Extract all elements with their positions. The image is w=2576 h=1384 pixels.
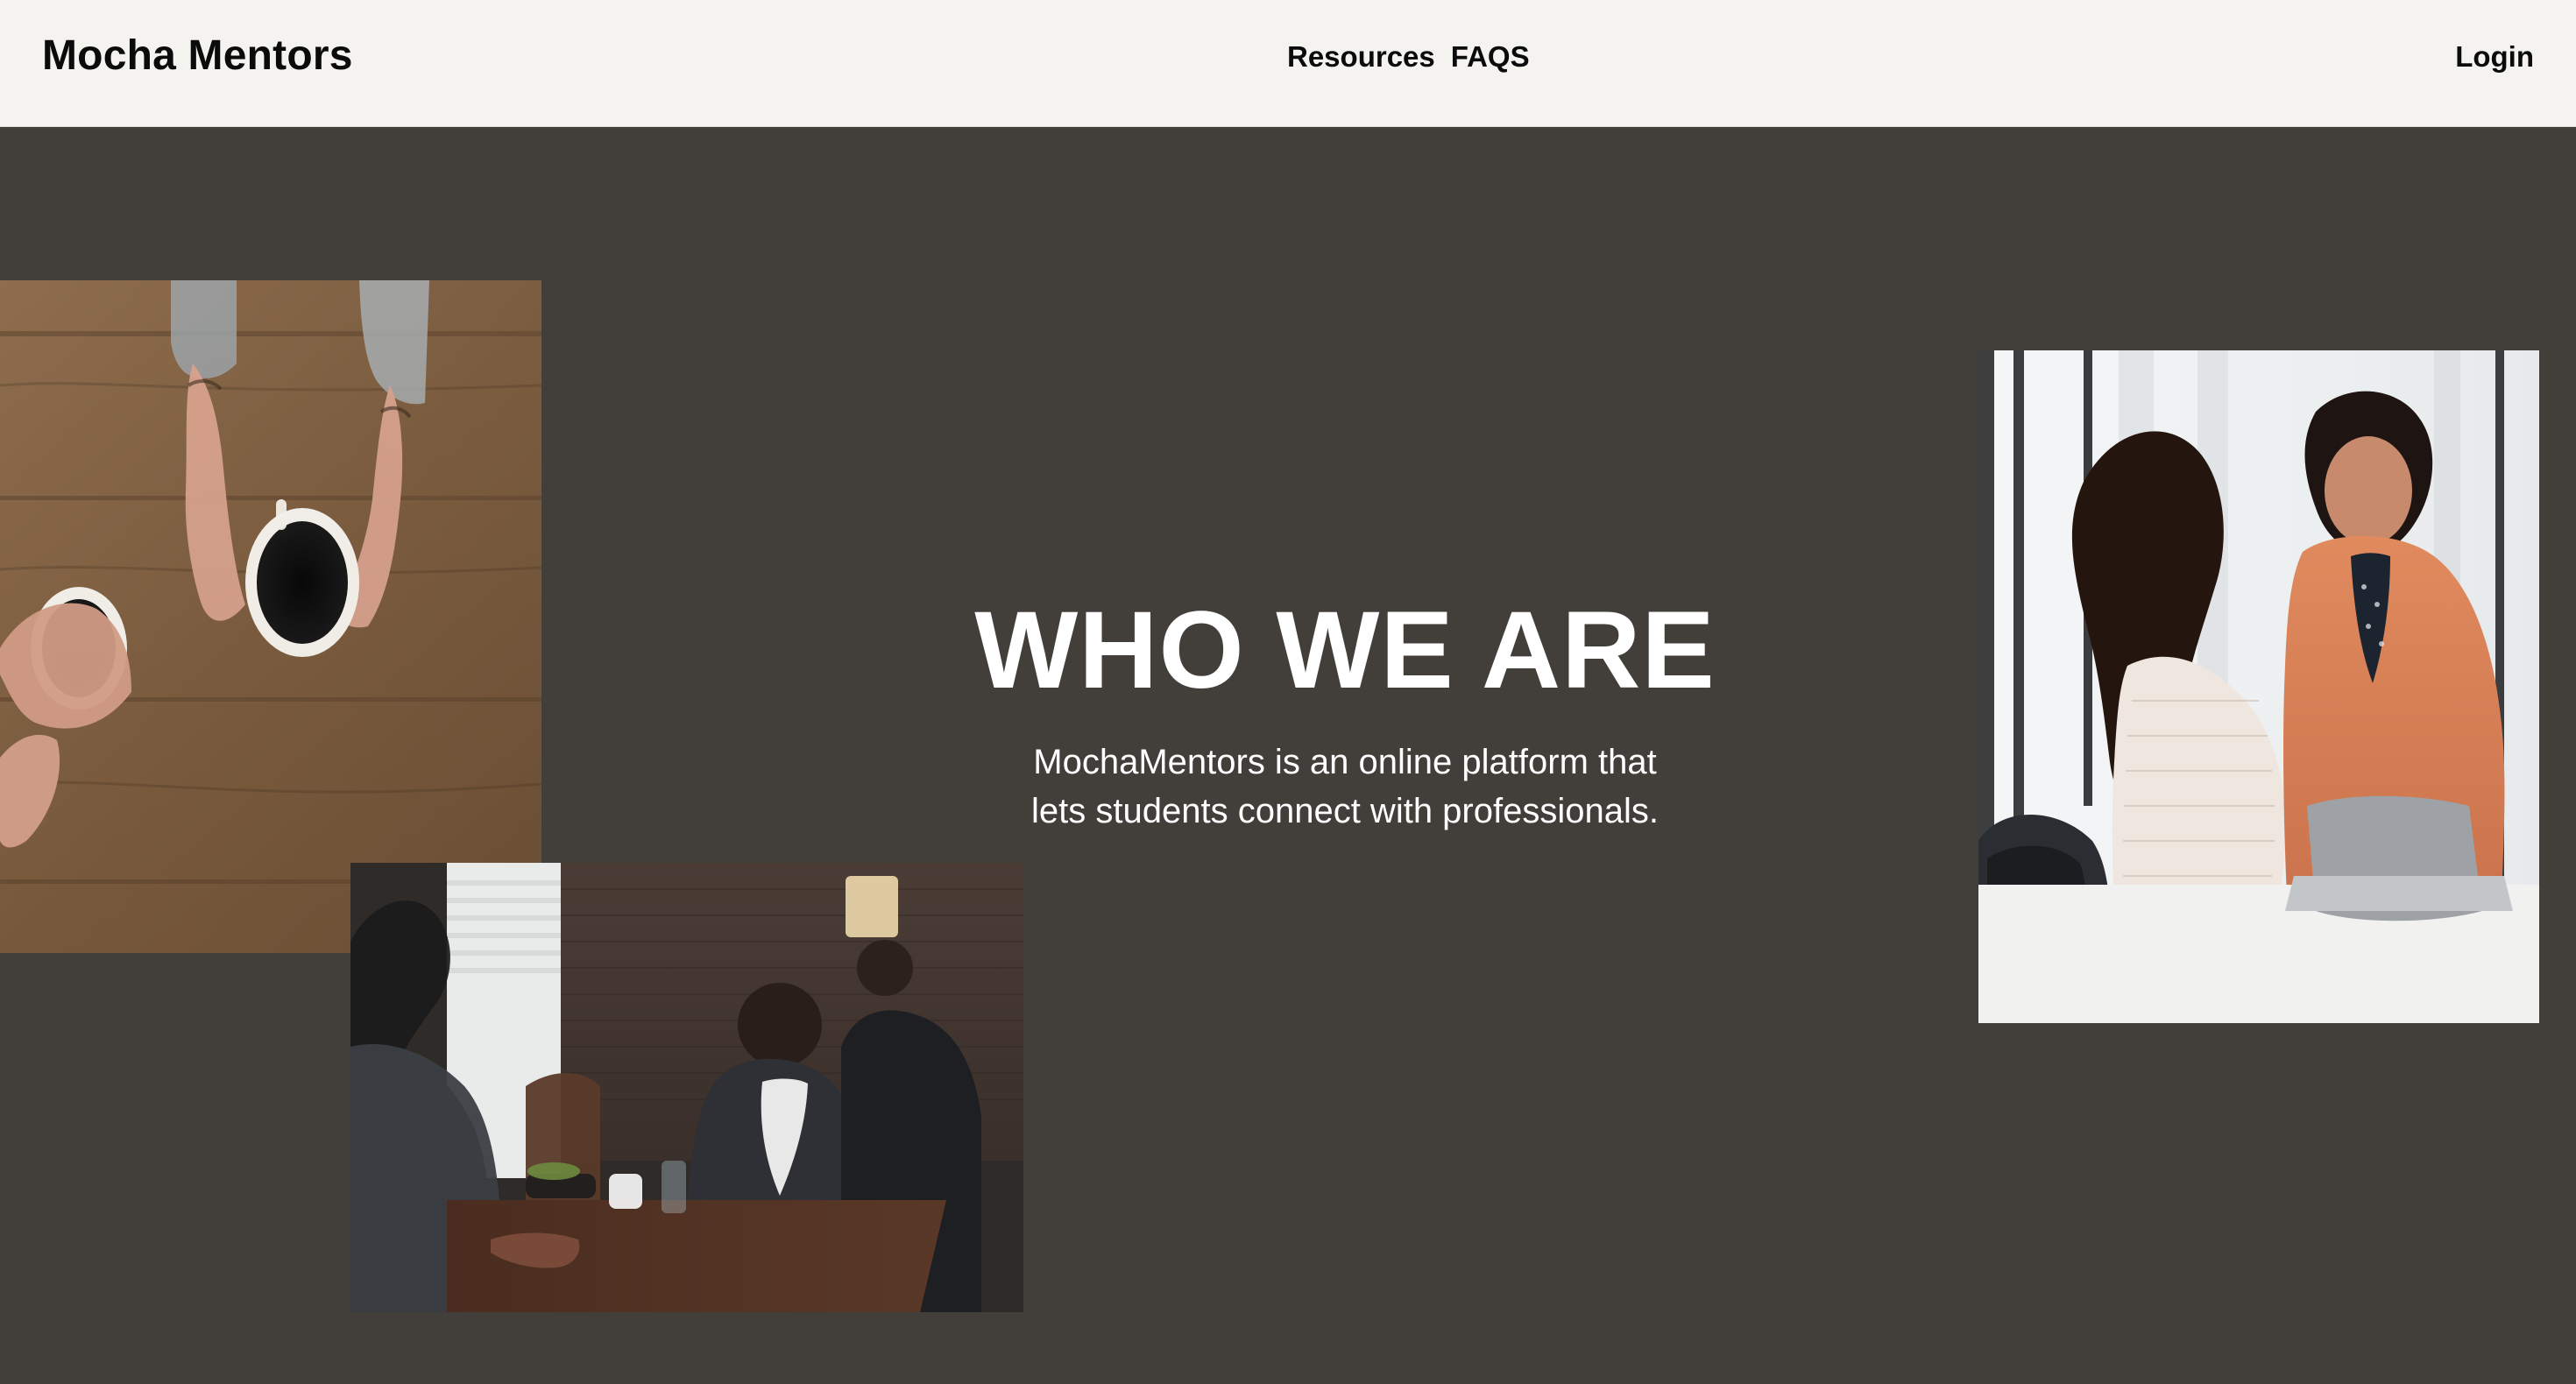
nav-resources[interactable]: Resources: [1287, 40, 1435, 74]
hero-subtitle-line-2: lets students connect with professionals…: [1031, 792, 1659, 830]
site-header: Mocha Mentors Resources FAQS Login: [0, 0, 2576, 127]
hero-subtitle-line-1: MochaMentors is an online platform that: [1033, 743, 1657, 781]
restaurant-meeting-photo-icon: [350, 863, 1023, 1312]
office-meeting-image: [1978, 350, 2539, 1023]
restaurant-meeting-image: [350, 863, 1023, 1312]
office-meeting-photo-icon: [1978, 350, 2539, 1023]
page: Mocha Mentors Resources FAQS Login WHO W…: [0, 0, 2576, 1384]
coffee-cups-photo-icon: [0, 280, 541, 953]
main-nav: Resources FAQS: [1287, 40, 1530, 74]
nav-faqs[interactable]: FAQS: [1451, 40, 1530, 74]
login-link[interactable]: Login: [2455, 40, 2534, 74]
coffee-cups-image: [0, 280, 541, 953]
hero-subtitle: MochaMentors is an online platform that …: [999, 738, 1691, 836]
brand-logo[interactable]: Mocha Mentors: [42, 32, 353, 80]
